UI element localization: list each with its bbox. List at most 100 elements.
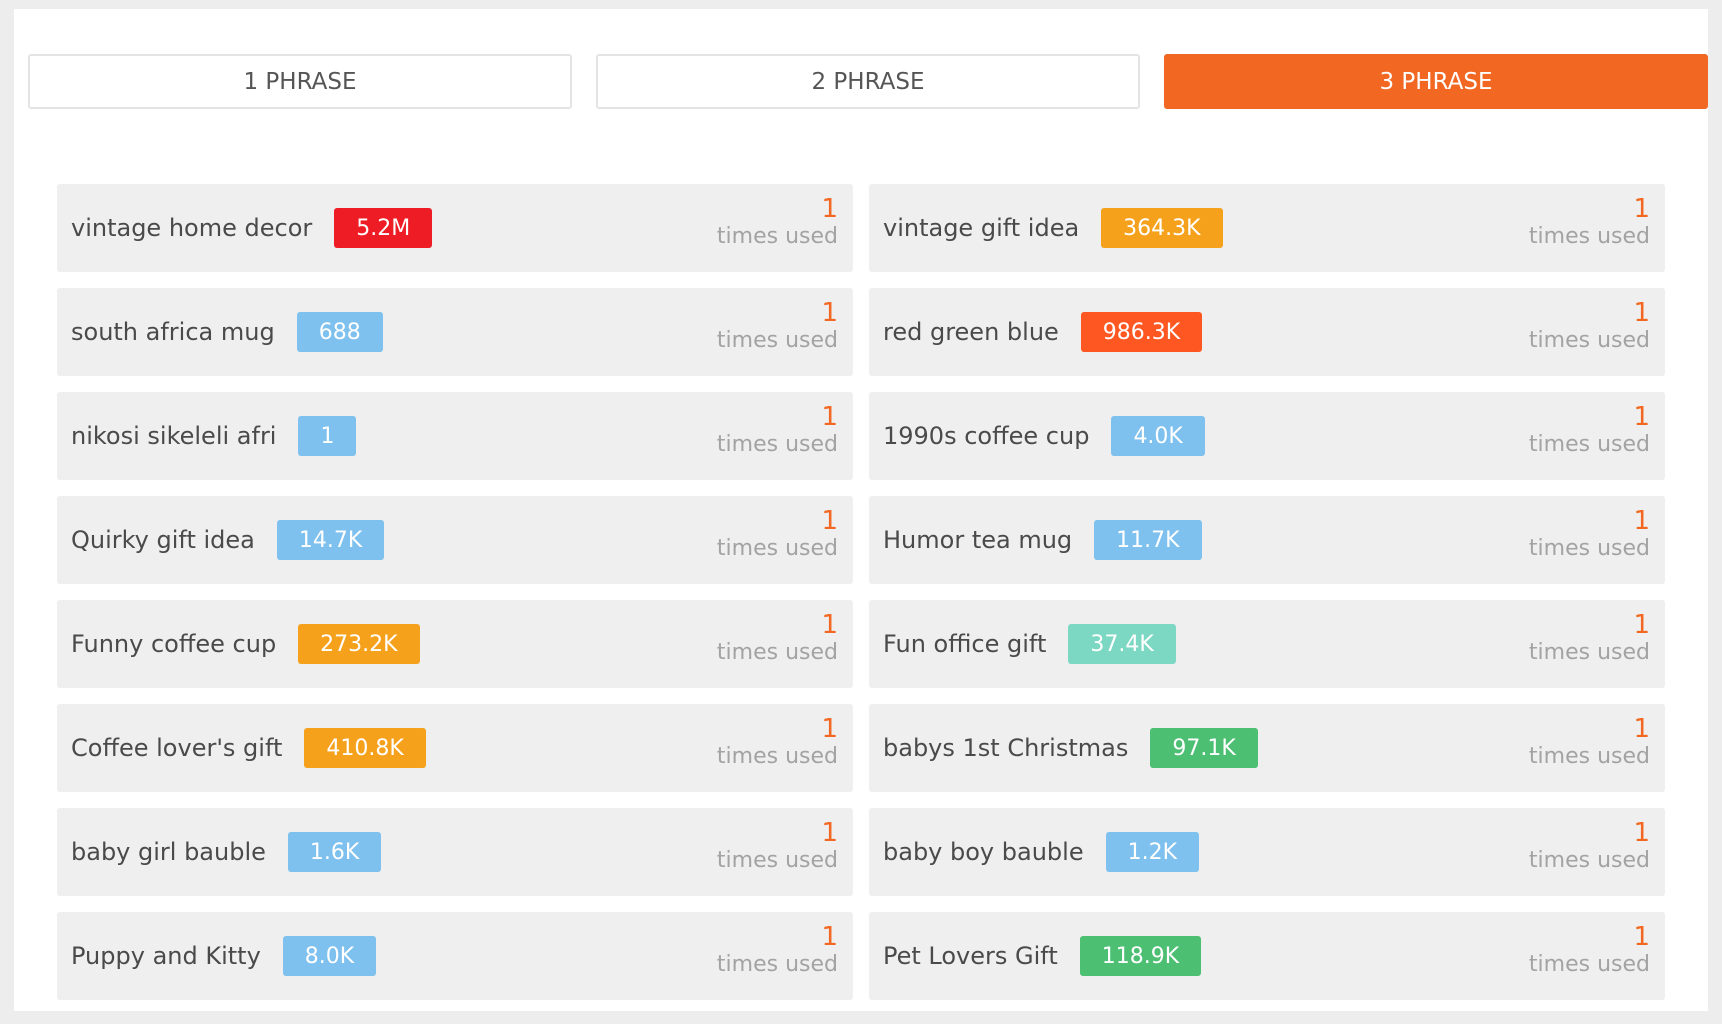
usage-count-number: 1 <box>821 610 838 640</box>
usage-count-number: 1 <box>821 402 838 432</box>
phrase-text: nikosi sikeleli afri <box>71 422 277 450</box>
search-volume-badge: 8.0K <box>282 936 377 976</box>
phrase-text: Puppy and Kitty <box>71 942 261 970</box>
usage-count: 1 times used <box>717 404 838 456</box>
search-volume-badge: 273.2K <box>298 624 420 664</box>
phrase-card[interactable]: baby girl bauble 1.6K 1 times used <box>57 808 853 896</box>
usage-count: 1 times used <box>1529 924 1650 976</box>
usage-count-number: 1 <box>821 298 838 328</box>
usage-count-number: 1 <box>1633 818 1650 848</box>
usage-count: 1 times used <box>717 196 838 248</box>
phrase-card[interactable]: Quirky gift idea 14.7K 1 times used <box>57 496 853 584</box>
search-volume-badge: 118.9K <box>1079 936 1202 976</box>
tab-3-phrase[interactable]: 3 PHRASE <box>1164 54 1708 109</box>
phrase-card[interactable]: 1990s coffee cup 4.0K 1 times used <box>869 392 1665 480</box>
search-volume-badge: 410.8K <box>304 728 426 768</box>
phrase-text: vintage gift idea <box>883 214 1080 242</box>
phrase-text: Coffee lover's gift <box>71 734 283 762</box>
usage-count-number: 1 <box>1633 506 1650 536</box>
usage-count-label: times used <box>716 640 838 665</box>
phrase-text: Humor tea mug <box>883 526 1073 554</box>
usage-count-label: times used <box>716 952 838 977</box>
search-volume-badge: 37.4K <box>1068 624 1176 664</box>
search-volume-badge: 1.6K <box>287 832 382 872</box>
phrase-grid: vintage home decor 5.2M 1 times used vintage… <box>57 184 1665 1000</box>
usage-count-number: 1 <box>821 506 838 536</box>
phrase-text: Fun office gift <box>883 630 1047 658</box>
phrase-panel: 1 PHRASE 2 PHRASE 3 PHRASE vintage home … <box>14 9 1708 1011</box>
search-volume-badge: 1.2K <box>1105 832 1199 872</box>
search-volume-badge: 4.0K <box>1111 416 1205 456</box>
usage-count-label: times used <box>716 536 838 561</box>
usage-count-number: 1 <box>821 194 838 224</box>
usage-count: 1 times used <box>717 820 838 872</box>
phrase-tabs: 1 PHRASE 2 PHRASE 3 PHRASE <box>28 54 1708 109</box>
tab-1-phrase[interactable]: 1 PHRASE <box>28 54 572 109</box>
phrase-card[interactable]: Pet Lovers Gift 118.9K 1 times used <box>869 912 1665 1000</box>
usage-count: 1 times used <box>1529 612 1650 664</box>
search-volume-badge: 688 <box>296 312 383 352</box>
usage-count-label: times used <box>1528 952 1650 977</box>
phrase-text: 1990s coffee cup <box>883 422 1090 450</box>
phrase-text: baby boy bauble <box>883 838 1084 866</box>
usage-count: 1 times used <box>1529 404 1650 456</box>
usage-count-label: times used <box>1528 848 1650 873</box>
usage-count: 1 times used <box>1529 508 1650 560</box>
usage-count-number: 1 <box>821 922 838 952</box>
usage-count-label: times used <box>716 848 838 873</box>
usage-count-label: times used <box>1528 432 1650 457</box>
phrase-card[interactable]: Fun office gift 37.4K 1 times used <box>869 600 1665 688</box>
usage-count: 1 times used <box>1529 300 1650 352</box>
usage-count-number: 1 <box>1633 298 1650 328</box>
usage-count-number: 1 <box>1633 402 1650 432</box>
usage-count: 1 times used <box>717 508 838 560</box>
phrase-text: Pet Lovers Gift <box>883 942 1058 970</box>
usage-count-number: 1 <box>1633 610 1650 640</box>
usage-count: 1 times used <box>717 924 838 976</box>
phrase-text: Funny coffee cup <box>71 630 277 658</box>
usage-count-label: times used <box>716 328 838 353</box>
usage-count: 1 times used <box>1529 820 1650 872</box>
phrase-card[interactable]: Coffee lover's gift 410.8K 1 times used <box>57 704 853 792</box>
search-volume-badge: 986.3K <box>1080 312 1203 352</box>
usage-count-label: times used <box>1528 224 1650 249</box>
usage-count-label: times used <box>716 432 838 457</box>
usage-count-label: times used <box>1528 328 1650 353</box>
phrase-text: baby girl bauble <box>71 838 266 866</box>
search-volume-badge: 97.1K <box>1150 728 1258 768</box>
phrase-text: red green blue <box>883 318 1059 346</box>
phrase-card[interactable]: vintage gift idea 364.3K 1 times used <box>869 184 1665 272</box>
search-volume-badge: 14.7K <box>276 520 385 560</box>
phrase-text: Quirky gift idea <box>71 526 255 554</box>
phrase-card[interactable]: baby boy bauble 1.2K 1 times used <box>869 808 1665 896</box>
phrase-card[interactable]: south africa mug 688 1 times used <box>57 288 853 376</box>
phrase-text: babys 1st Christmas <box>883 734 1129 762</box>
phrase-card[interactable]: red green blue 986.3K 1 times used <box>869 288 1665 376</box>
search-volume-badge: 11.7K <box>1094 520 1202 560</box>
usage-count-number: 1 <box>821 818 838 848</box>
phrase-card[interactable]: nikosi sikeleli afri 1 1 times used <box>57 392 853 480</box>
usage-count-label: times used <box>716 224 838 249</box>
usage-count-label: times used <box>1528 640 1650 665</box>
search-volume-badge: 5.2M <box>334 208 433 248</box>
phrase-text: south africa mug <box>71 318 275 346</box>
search-volume-badge: 1 <box>298 416 357 456</box>
phrase-card[interactable]: Humor tea mug 11.7K 1 times used <box>869 496 1665 584</box>
phrase-card[interactable]: Funny coffee cup 273.2K 1 times used <box>57 600 853 688</box>
usage-count: 1 times used <box>1529 196 1650 248</box>
usage-count-number: 1 <box>1633 922 1650 952</box>
usage-count: 1 times used <box>717 716 838 768</box>
phrase-card[interactable]: vintage home decor 5.2M 1 times used <box>57 184 853 272</box>
search-volume-badge: 364.3K <box>1101 208 1223 248</box>
usage-count-number: 1 <box>821 714 838 744</box>
usage-count-label: times used <box>1528 536 1650 561</box>
usage-count-label: times used <box>1528 744 1650 769</box>
tab-2-phrase[interactable]: 2 PHRASE <box>596 54 1140 109</box>
usage-count-number: 1 <box>1633 714 1650 744</box>
phrase-card[interactable]: babys 1st Christmas 97.1K 1 times used <box>869 704 1665 792</box>
usage-count: 1 times used <box>717 300 838 352</box>
usage-count-label: times used <box>716 744 838 769</box>
phrase-card[interactable]: Puppy and Kitty 8.0K 1 times used <box>57 912 853 1000</box>
usage-count-number: 1 <box>1633 194 1650 224</box>
phrase-text: vintage home decor <box>71 214 313 242</box>
